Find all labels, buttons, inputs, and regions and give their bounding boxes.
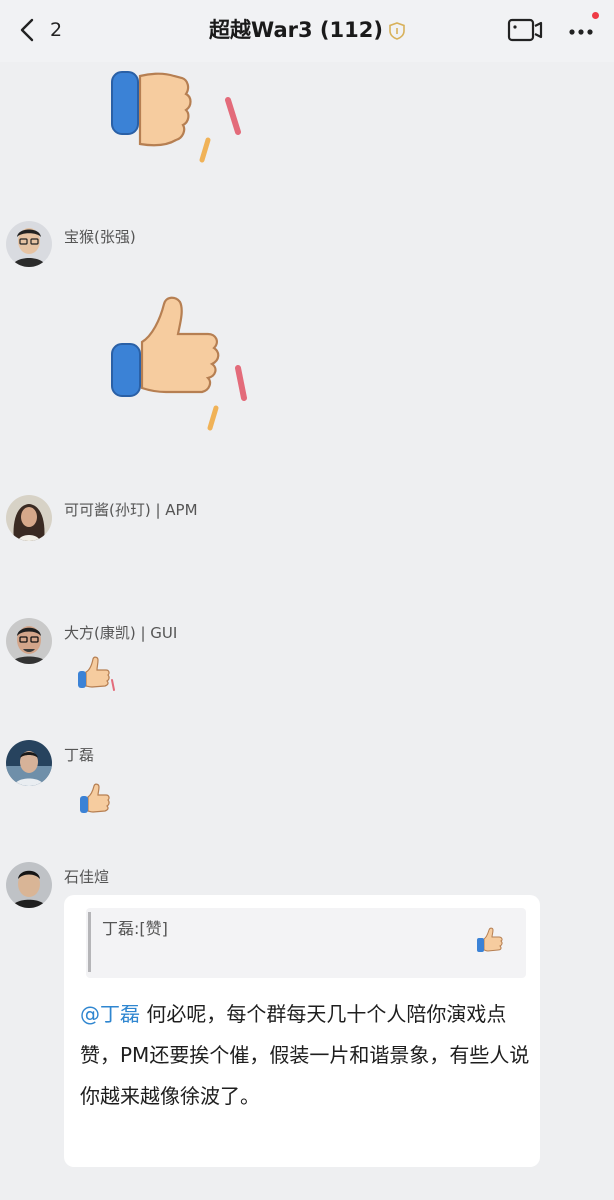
sender-name[interactable]: 宝猴(张强)	[64, 226, 136, 247]
thumbs-up-icon[interactable]	[74, 656, 116, 700]
thumbs-up-icon[interactable]	[108, 40, 253, 169]
avatar[interactable]	[6, 221, 52, 267]
quoted-text: 丁磊:[赞]	[102, 919, 168, 938]
message-text: @丁磊 何必呢，每个群每天几十个人陪你演戏点赞，PM还要挨个催，假装一片和谐景象…	[80, 994, 532, 1117]
thumbs-up-icon	[474, 927, 508, 961]
thumbs-up-icon[interactable]	[108, 292, 253, 441]
chat-title-text: 超越War3 (112)	[209, 18, 383, 42]
notification-dot	[592, 12, 599, 19]
avatar[interactable]	[6, 495, 52, 541]
video-call-icon	[507, 18, 543, 42]
avatar[interactable]	[6, 618, 52, 664]
shield-icon	[389, 17, 405, 49]
sender-name[interactable]: 大方(康凯) | GUI	[64, 622, 177, 643]
quote-bar	[88, 912, 91, 972]
thumbs-up-icon[interactable]	[76, 783, 116, 823]
sender-name[interactable]: 丁磊	[64, 744, 94, 765]
chat-header: 2 超越War3 (112)	[0, 0, 614, 62]
mention-link[interactable]: @丁磊	[80, 1002, 140, 1026]
avatar[interactable]	[6, 862, 52, 908]
sender-name[interactable]: 可可酱(孙玎) | APM	[64, 499, 198, 520]
message-body: 何必呢，每个群每天几十个人陪你演戏点赞，PM还要挨个催，假装一片和谐景象，有些人…	[80, 1002, 530, 1108]
video-call-button[interactable]	[507, 17, 543, 47]
sender-name[interactable]: 石佳煊	[64, 866, 109, 887]
avatar[interactable]	[6, 740, 52, 786]
